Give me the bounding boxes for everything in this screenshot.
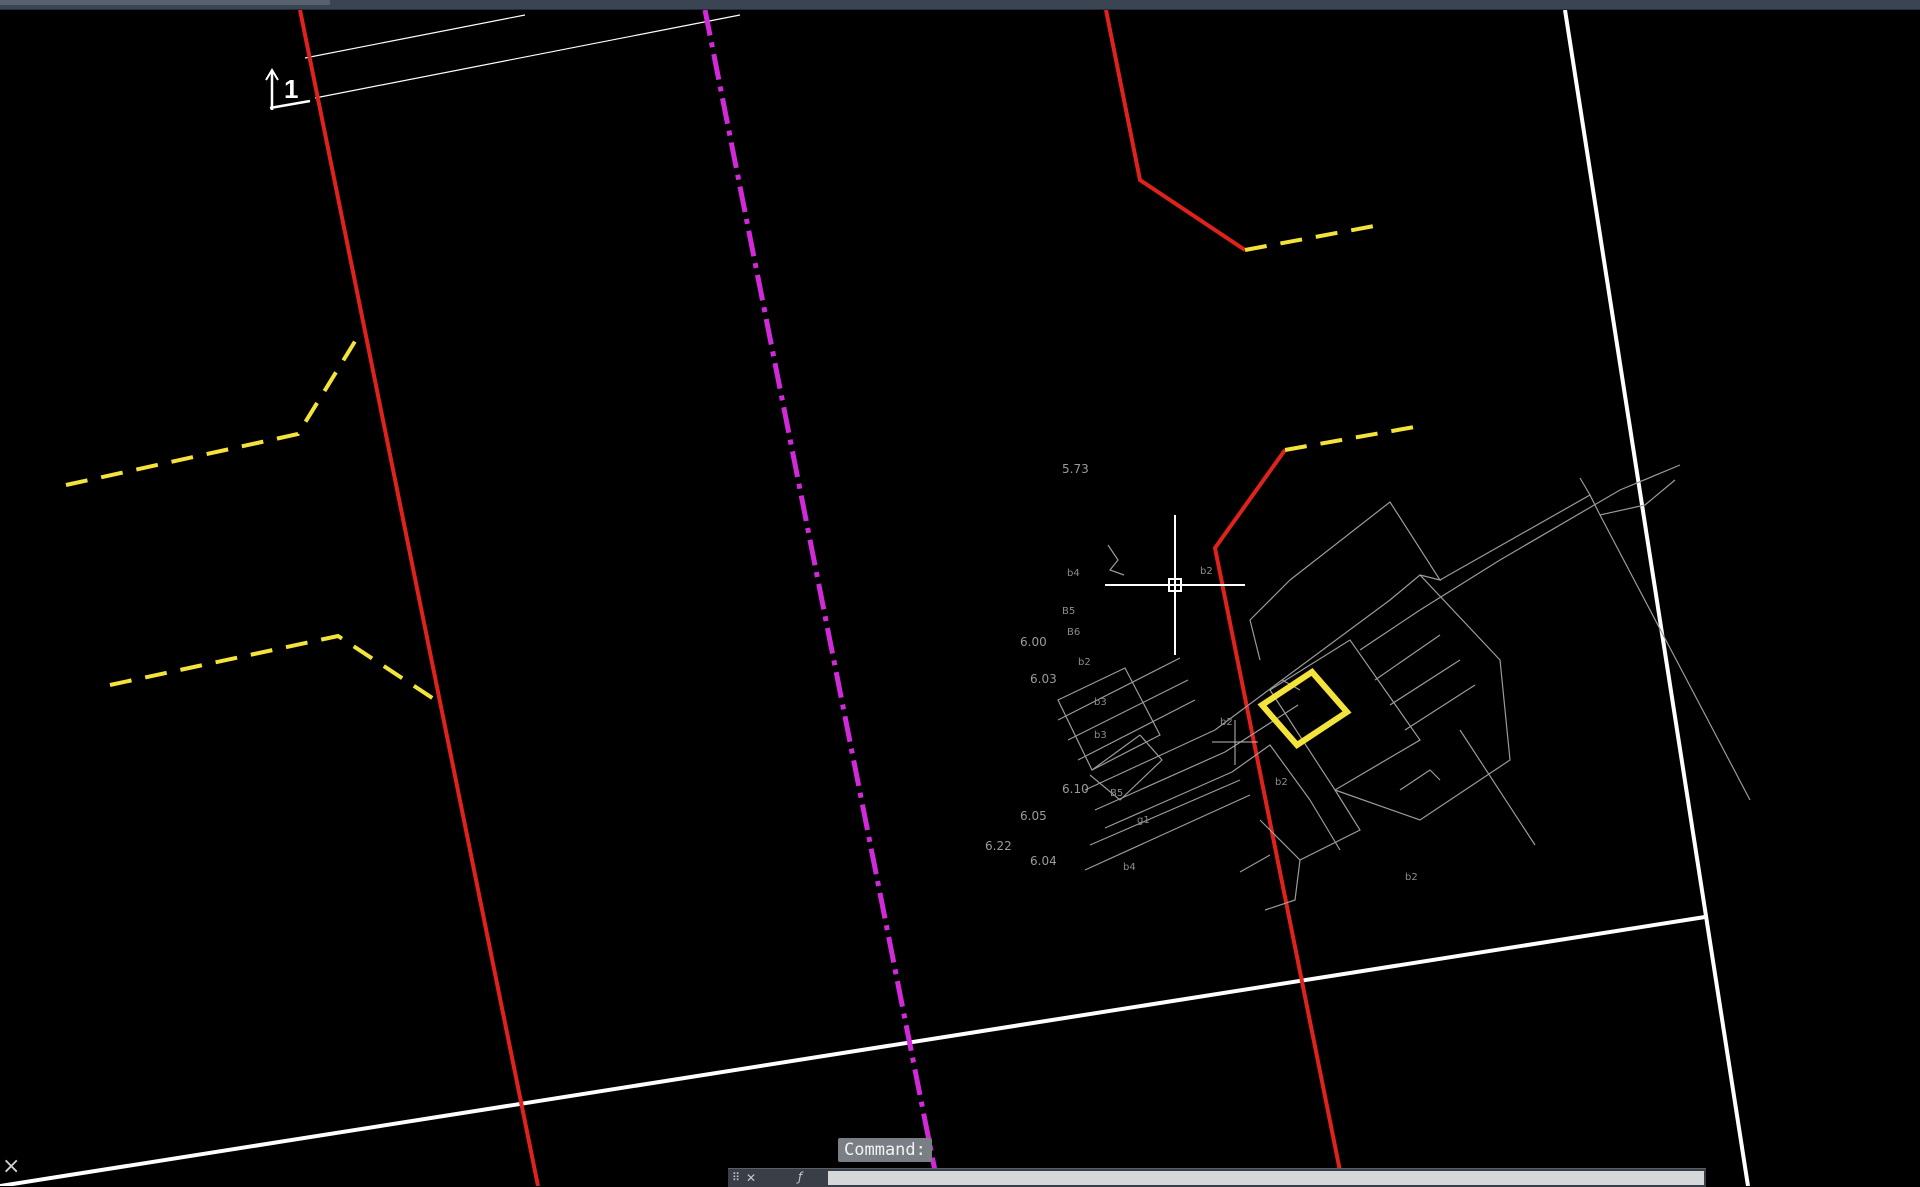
command-line-bar[interactable]: ⠿ ✕ ƒ	[728, 1168, 1706, 1187]
parcel-label: b4	[1067, 568, 1080, 579]
elevation-label: 6.10	[1062, 782, 1089, 796]
selected-building-highlight[interactable]	[1257, 668, 1352, 749]
command-input[interactable]	[828, 1171, 1704, 1185]
parcel-label: b2	[1405, 872, 1418, 883]
command-prompt-label: Command:	[838, 1138, 932, 1162]
parcel-label: b3	[1094, 697, 1107, 708]
file-tab-strip[interactable]	[0, 0, 330, 5]
parcel-label: b2	[1220, 717, 1233, 728]
viewport-close-icon[interactable]: ×	[2, 1156, 20, 1178]
red-road-line-left[interactable]	[298, 10, 540, 1186]
parcel-label: b3	[1094, 730, 1107, 741]
parcel-label: b2	[1275, 777, 1288, 788]
magenta-centerline[interactable]	[702, 10, 941, 1186]
elevation-label: 6.03	[1030, 672, 1057, 686]
elevation-label: 5.73	[1062, 462, 1089, 476]
elevation-label: 6.04	[1030, 854, 1057, 868]
boundary-line-right[interactable]	[1563, 10, 1750, 1186]
dimension-annotation[interactable]	[265, 14, 741, 110]
parcel-labels: b4 B5 B6 b2 b3 b3 B5 g1 b4 b2 b2 b2 b2	[1062, 566, 1418, 883]
parcel-label: B5	[1110, 788, 1123, 799]
parcel-label: b2	[1200, 566, 1213, 577]
top-toolbar-strip	[0, 0, 1920, 10]
parcel-label: B5	[1062, 606, 1075, 617]
elevation-labels: 5.73 6.00 6.03 6.10 6.05 6.22 6.04	[985, 462, 1089, 868]
yellow-dashed-lines[interactable]	[65, 222, 1421, 705]
fx-icon[interactable]: ƒ	[798, 1170, 802, 1184]
parcel-label: B6	[1067, 627, 1080, 638]
red-road-line-right[interactable]	[1212, 448, 1345, 1186]
red-road-line-top[interactable]	[1104, 10, 1247, 252]
dimension-text: 1	[284, 74, 298, 104]
parcel-label: b2	[1078, 657, 1091, 668]
drawing-viewport[interactable]: 1 5.73 6.00 6.03 6.10 6.05 6.22 6.04 b4 …	[0, 10, 1920, 1186]
grip-icon[interactable]: ⠿	[732, 1172, 740, 1184]
parcel-label: b4	[1123, 862, 1136, 873]
elevation-label: 6.05	[1020, 809, 1047, 823]
parcel-label: g1	[1137, 815, 1150, 826]
elevation-label: 6.00	[1020, 635, 1047, 649]
close-icon[interactable]: ✕	[746, 1171, 756, 1185]
elevation-label: 6.22	[985, 839, 1012, 853]
